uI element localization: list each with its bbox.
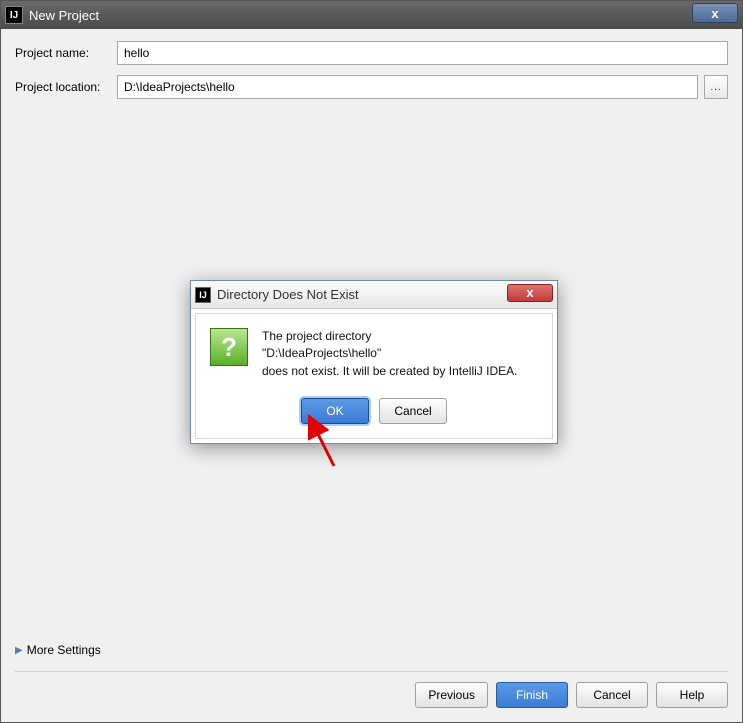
expand-icon: ▶ xyxy=(15,645,23,656)
window-close-button[interactable]: x xyxy=(692,3,738,23)
app-icon: IJ xyxy=(5,6,23,24)
window-title: New Project xyxy=(29,8,692,23)
project-name-row: Project name: xyxy=(15,41,728,65)
cancel-button[interactable]: Cancel xyxy=(576,682,648,708)
finish-button[interactable]: Finish xyxy=(496,682,568,708)
window-titlebar[interactable]: IJ New Project x xyxy=(1,1,742,29)
project-location-label: Project location: xyxy=(15,80,117,94)
dialog-title: Directory Does Not Exist xyxy=(217,287,507,302)
dialog-cancel-button[interactable]: Cancel xyxy=(379,398,447,424)
previous-button[interactable]: Previous xyxy=(415,682,488,708)
project-location-row: Project location: ... xyxy=(15,75,728,99)
dialog-line2: "D:\IdeaProjects\hello" xyxy=(262,345,517,362)
dialog-close-button[interactable]: x xyxy=(507,284,553,302)
project-location-input[interactable] xyxy=(117,75,698,99)
dialog-button-row: OK Cancel xyxy=(210,398,538,424)
browse-button[interactable]: ... xyxy=(704,75,728,99)
dialog-message-row: ? The project directory "D:\IdeaProjects… xyxy=(210,328,538,380)
divider xyxy=(15,671,728,672)
footer-buttons: Previous Finish Cancel Help xyxy=(15,682,728,714)
dialog-app-icon: IJ xyxy=(195,287,211,303)
dialog-ok-button[interactable]: OK xyxy=(301,398,369,424)
project-name-label: Project name: xyxy=(15,46,117,60)
confirm-dialog: IJ Directory Does Not Exist x ? The proj… xyxy=(190,280,558,444)
dialog-titlebar[interactable]: IJ Directory Does Not Exist x xyxy=(191,281,557,309)
more-settings-toggle[interactable]: ▶ More Settings xyxy=(15,639,728,661)
help-button[interactable]: Help xyxy=(656,682,728,708)
dialog-line1: The project directory xyxy=(262,328,517,345)
question-icon: ? xyxy=(210,328,248,366)
dialog-body: ? The project directory "D:\IdeaProjects… xyxy=(195,313,553,439)
project-name-input[interactable] xyxy=(117,41,728,65)
dialog-line3: does not exist. It will be created by In… xyxy=(262,363,517,380)
more-settings-label: More Settings xyxy=(27,643,101,657)
dialog-message: The project directory "D:\IdeaProjects\h… xyxy=(262,328,517,380)
